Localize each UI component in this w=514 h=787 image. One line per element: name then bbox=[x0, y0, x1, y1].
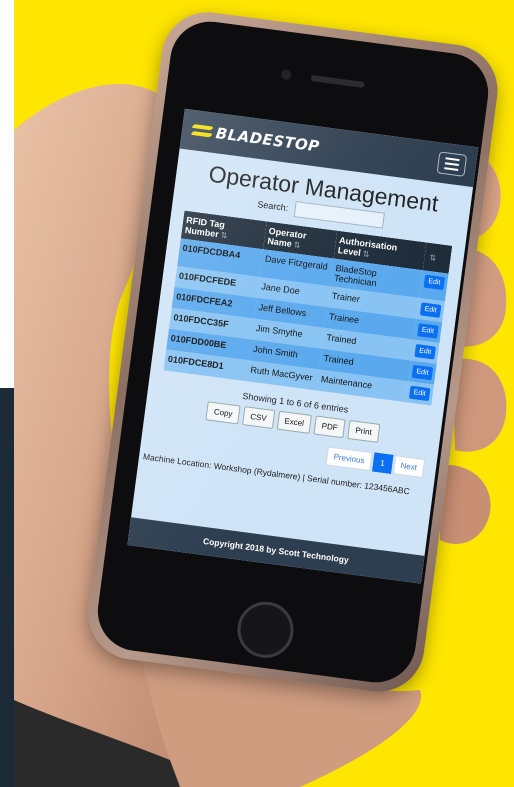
search-label: Search: bbox=[256, 199, 289, 214]
sort-icon: ⇅ bbox=[428, 253, 437, 263]
edit-button[interactable]: Edit bbox=[414, 343, 436, 360]
phone-screen: BLADESTOP Operator Management Search: RF… bbox=[127, 108, 479, 584]
edit-button[interactable]: Edit bbox=[408, 385, 431, 402]
bladestop-logo-icon bbox=[190, 124, 214, 139]
sort-icon: ⇅ bbox=[362, 249, 370, 260]
operators-table: RFID Tag Number⇅ Operator Name⇅ Authoris… bbox=[163, 210, 453, 406]
edit-button[interactable]: Edit bbox=[419, 302, 442, 318]
next-page-button[interactable]: Next bbox=[392, 455, 426, 479]
excel-button[interactable]: Excel bbox=[276, 410, 313, 434]
brand-logo[interactable]: BLADESTOP bbox=[190, 121, 321, 156]
copy-button[interactable]: Copy bbox=[205, 401, 241, 425]
edit-button[interactable]: Edit bbox=[411, 364, 434, 381]
front-camera-icon bbox=[280, 69, 292, 81]
sort-icon: ⇅ bbox=[220, 230, 228, 241]
sort-icon: ⇅ bbox=[293, 240, 301, 251]
page-1-button[interactable]: 1 bbox=[372, 452, 393, 474]
edit-button[interactable]: Edit bbox=[423, 274, 446, 291]
pdf-button[interactable]: PDF bbox=[313, 415, 346, 439]
print-button[interactable]: Print bbox=[347, 419, 380, 443]
earpiece-speaker bbox=[310, 75, 365, 89]
header-actions[interactable]: ⇅ bbox=[422, 242, 453, 274]
photo: BLADESTOP Operator Management Search: RF… bbox=[0, 0, 514, 787]
hamburger-menu-icon[interactable] bbox=[436, 151, 468, 177]
home-button[interactable] bbox=[234, 598, 297, 662]
edit-button[interactable]: Edit bbox=[417, 323, 439, 339]
brand-name: BLADESTOP bbox=[214, 124, 321, 156]
csv-button[interactable]: CSV bbox=[242, 406, 275, 429]
footer: Copyright 2018 by Scott Technology bbox=[127, 517, 425, 584]
